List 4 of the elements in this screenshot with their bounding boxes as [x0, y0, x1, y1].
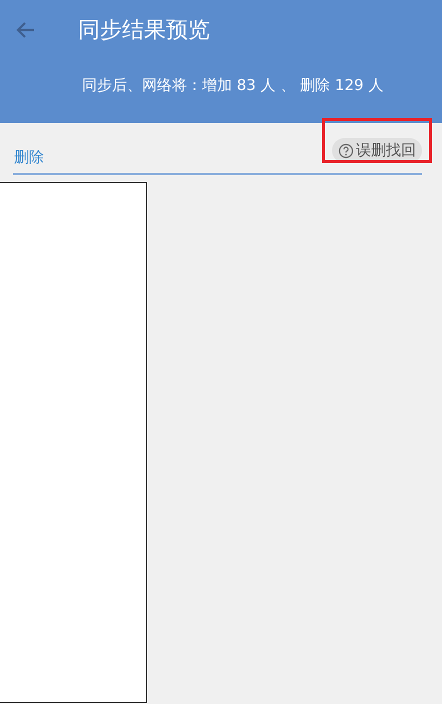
sync-summary: 同步后、网络将：增加 83 人 、 删除 129 人 [82, 77, 384, 93]
screen-title: 同步结果预览 [78, 17, 210, 45]
help-icon [338, 142, 354, 158]
delete-tab[interactable]: 删除 [13, 148, 46, 173]
